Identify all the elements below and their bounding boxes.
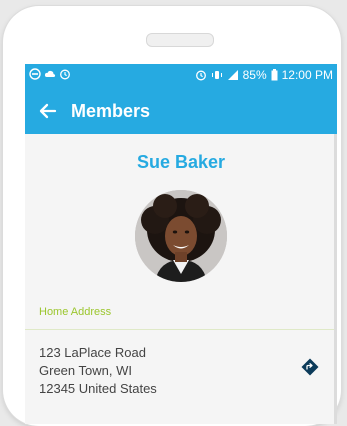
profile-photo [135,190,227,282]
back-arrow-icon[interactable] [37,100,59,122]
do-not-disturb-icon [29,68,41,80]
app-bar: Members [25,88,337,134]
scroll-edge [334,134,337,424]
member-avatar [135,190,227,282]
status-left-icons [29,68,71,80]
member-details: Sue Baker Home Address 123 LaPlace Road … [25,134,337,424]
directions-icon[interactable] [301,358,319,376]
phone-frame: 85% 12:00 PM Members Sue Baker Home Addr… [3,6,341,426]
address-line-3: 12345 United States [39,381,157,396]
battery-level: 85% [242,68,267,82]
alarm-icon [195,70,206,81]
status-bar: 85% 12:00 PM [25,64,337,88]
vibrate-icon [211,71,222,79]
signal-icon [227,70,238,80]
battery-icon [271,69,278,81]
page-title: Members [71,101,151,121]
member-name: Sue Baker [136,152,226,172]
home-address: 123 LaPlace Road Green Town, WI 12345 Un… [39,344,157,398]
status-right-icons: 85% 12:00 PM [195,68,333,82]
home-address-label: Home Address [39,306,112,318]
alarm-icon [60,69,70,80]
address-line-1: 123 LaPlace Road [39,345,146,360]
address-line-2: Green Town, WI [39,363,132,378]
app-screen: 85% 12:00 PM Members Sue Baker Home Addr… [25,64,337,424]
phone-speaker [146,33,214,47]
status-time: 12:00 PM [281,68,333,82]
cloud-icon [44,70,56,77]
section-divider [25,329,337,330]
